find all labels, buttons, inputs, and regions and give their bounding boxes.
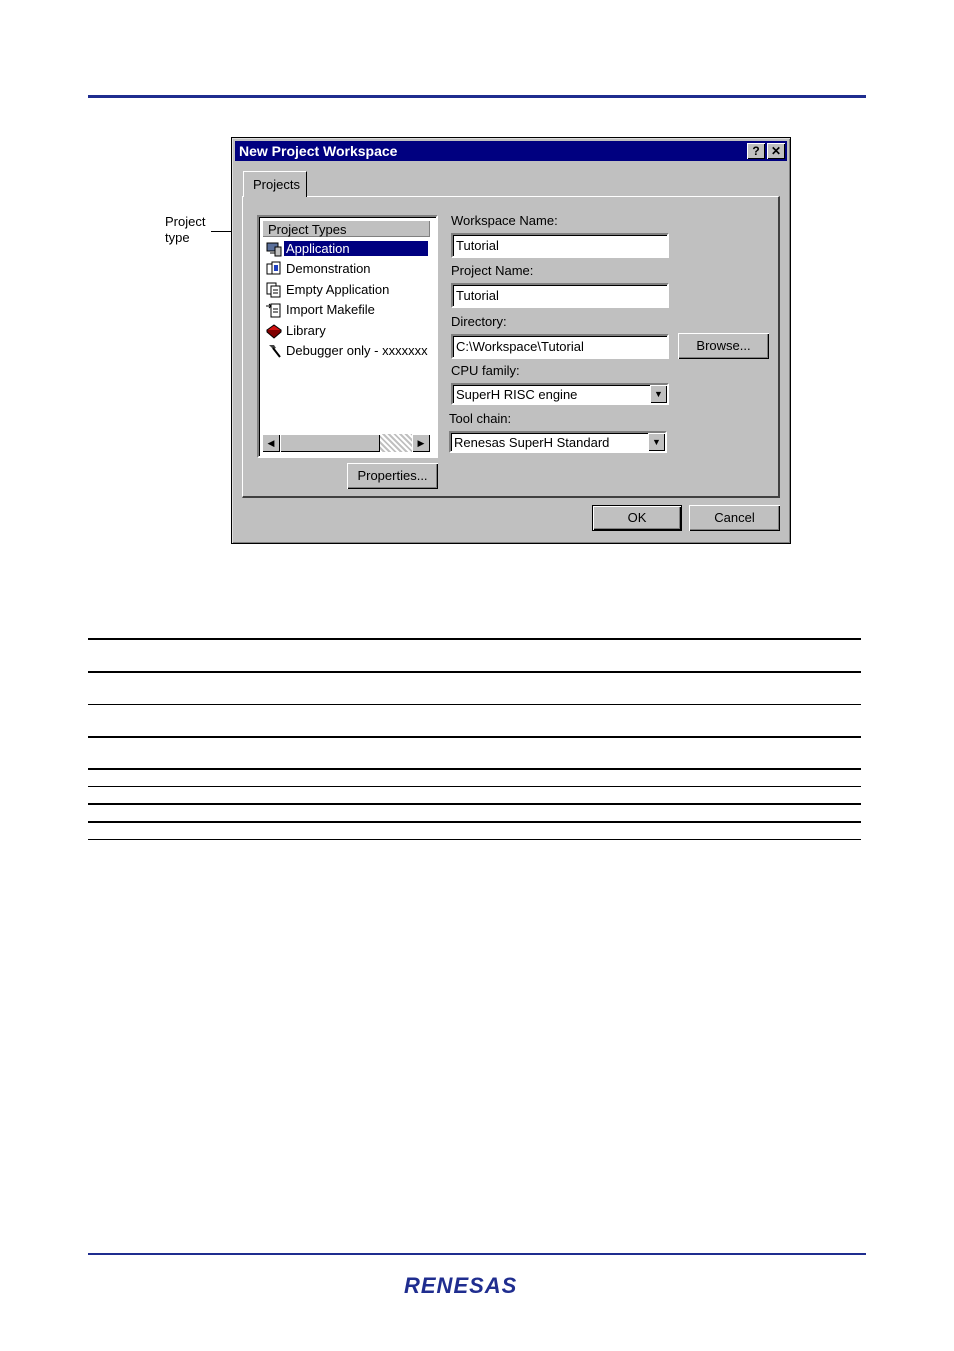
workspace-name-field[interactable]: Tutorial [451,233,669,258]
annotation-line-1: Project [165,214,206,229]
scroll-right-icon[interactable]: ▶ [412,434,430,452]
project-types-header-label: Project Types [268,222,347,237]
project-name-label: Project Name: [451,263,534,278]
table-rule [88,839,861,840]
tool-chain-label: Tool chain: [449,411,512,426]
ok-button[interactable]: OK [592,505,682,531]
scroll-left-icon[interactable]: ◀ [262,434,280,452]
list-item-import-makefile[interactable]: Import Makefile [264,300,432,319]
annotation-line-2: type [165,230,190,245]
table-rule [88,638,861,640]
table-rule [88,736,861,738]
tab-projects[interactable]: Projects [243,171,307,197]
table-rule [88,671,861,673]
properties-button[interactable]: Properties... [347,463,438,489]
chevron-down-icon[interactable]: ▼ [648,433,665,451]
cpu-family-select[interactable]: SuperH RISC engine ▼ [451,383,669,405]
workspace-name-label: Workspace Name: [451,213,558,228]
directory-value: C:\Workspace\Tutorial [456,339,584,354]
hammer-icon [269,345,281,358]
list-item-library[interactable]: Library [264,321,432,340]
renesas-logo: RENESAS [404,1273,517,1298]
chevron-down-icon[interactable]: ▼ [650,385,667,403]
list-item-label: Library [286,323,326,338]
project-name-value: Tutorial [456,288,499,303]
browse-button[interactable]: Browse... [678,333,769,359]
project-types-header[interactable]: Project Types [262,220,430,237]
empty-application-icon [266,282,281,298]
header-rule [88,95,866,98]
list-item-label: Demonstration [286,261,371,276]
horizontal-scrollbar[interactable]: ◀ ▶ [262,434,430,452]
table-rule [88,803,861,805]
list-item-debugger-only[interactable]: Debugger only - xxxxxxx [264,341,432,360]
workspace-name-value: Tutorial [456,238,499,253]
table-rule [88,821,861,823]
demonstration-icon [266,261,281,275]
cancel-button[interactable]: Cancel [689,505,780,531]
directory-field[interactable]: C:\Workspace\Tutorial [451,334,669,359]
table-rule [88,768,861,770]
table-rule [88,704,861,705]
footer-rule [88,1253,866,1255]
project-types-list[interactable]: Project Types Application Demonstration … [257,215,438,458]
project-type-annotation: Project type [165,214,205,246]
list-item-label: Debugger only - xxxxxxx [286,343,428,358]
list-item-demonstration[interactable]: Demonstration [264,259,432,278]
list-item-label: Application [284,241,428,256]
tool-chain-select[interactable]: Renesas SuperH Standard ▼ [449,431,667,453]
cpu-family-label: CPU family: [451,363,520,378]
title-bar: New Project Workspace ? ✕ [235,141,787,161]
list-item-label: Import Makefile [286,302,375,317]
help-button[interactable]: ? [747,143,765,159]
list-item-empty-application[interactable]: Empty Application [264,280,432,299]
import-makefile-icon [266,303,281,318]
svg-text:RENESAS: RENESAS [404,1273,517,1298]
tab-projects-label: Projects [253,177,300,192]
list-item-application[interactable]: Application [264,239,432,258]
scrollbar-thumb[interactable] [280,434,380,452]
dialog-title: New Project Workspace [239,143,398,159]
project-name-field[interactable]: Tutorial [451,283,669,308]
directory-label: Directory: [451,314,507,329]
tool-chain-value: Renesas SuperH Standard [454,435,610,450]
scrollbar-track[interactable] [380,434,412,452]
library-book-icon [266,324,282,339]
table-rule [88,786,861,787]
application-icon [266,242,282,257]
cpu-family-value: SuperH RISC engine [456,387,578,402]
close-button[interactable]: ✕ [767,143,785,159]
new-project-workspace-dialog: New Project Workspace ? ✕ Projects Proje… [231,137,791,544]
list-item-label: Empty Application [286,282,390,297]
